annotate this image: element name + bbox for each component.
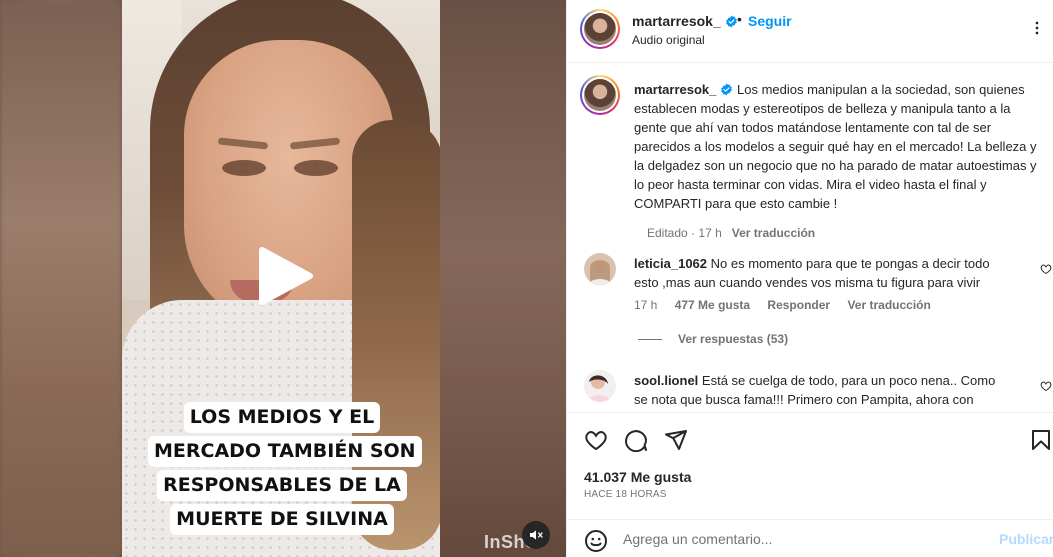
video-blur-background-left — [0, 0, 122, 557]
post-header: martarresok_ • Seguir Audio original — [567, 0, 1053, 63]
comments-list[interactable]: martarresok_ Los medios manipulan a la s… — [567, 63, 1053, 412]
video-text-overlay: LOS MEDIOS Y EL MERCADO TAMBIÉN SON RESP… — [148, 402, 422, 538]
caption-age: 17 h — [698, 226, 722, 240]
caption-meta: Editado · 17 h Ver traducción — [647, 226, 815, 240]
comment-like-count[interactable]: 477 Me gusta — [675, 298, 750, 312]
comment-age: 17 h — [634, 298, 658, 312]
comment-meta: 17 h 477 Me gusta Responder Ver traducci… — [634, 298, 945, 312]
overlay-line: LOS MEDIOS Y EL — [183, 402, 381, 433]
commenter-username[interactable]: leticia_1062 — [634, 256, 707, 271]
overlay-line: MERCADO TAMBIÉN SON — [148, 436, 422, 467]
more-horizontal-icon[interactable] — [1029, 20, 1045, 41]
play-icon[interactable] — [252, 244, 316, 308]
author-username[interactable]: martarresok_ — [632, 13, 738, 29]
meta-separator: · — [691, 226, 696, 240]
share-arrow-icon[interactable] — [664, 428, 688, 457]
commenter-avatar[interactable] — [584, 370, 616, 402]
commenter-avatar[interactable] — [584, 253, 616, 285]
bookmark-icon[interactable] — [1029, 428, 1053, 457]
overlay-line: MUERTE DE SILVINA — [170, 504, 394, 535]
comment-input[interactable] — [623, 528, 983, 550]
comment-like-heart-icon[interactable] — [1040, 262, 1052, 280]
header-separator: • — [737, 11, 742, 27]
edited-label: Editado — [647, 226, 688, 240]
muted-speaker-icon[interactable] — [522, 521, 550, 549]
reply-button[interactable]: Responder — [767, 298, 830, 312]
verified-badge-icon — [721, 83, 733, 96]
comment-bubble-icon[interactable] — [624, 428, 648, 457]
follow-button[interactable]: Seguir — [748, 13, 792, 29]
caption-body: Los medios manipulan a la sociedad, son … — [634, 82, 1037, 211]
verified-badge-icon — [725, 15, 737, 28]
post-timestamp: HACE 18 HORAS — [584, 489, 667, 500]
add-comment-bar: Publicar — [567, 519, 1053, 557]
post-sidebar: martarresok_ • Seguir Audio original mar… — [566, 0, 1053, 557]
emoji-smiley-icon[interactable] — [584, 529, 608, 557]
comment-text: leticia_1062 No es momento para que te p… — [634, 254, 1004, 292]
overlay-line: RESPONSABLES DE LA — [157, 470, 407, 501]
comment-text: sool.lionel Está se cuelga de todo, para… — [634, 371, 1004, 409]
heart-icon[interactable] — [584, 428, 608, 457]
view-replies-button[interactable]: Ver respuestas (53) — [638, 332, 788, 346]
audio-link[interactable]: Audio original — [632, 33, 705, 47]
caption-text: martarresok_ Los medios manipulan a la s… — [634, 80, 1044, 213]
post-actions: 41.037 Me gusta HACE 18 HORAS — [567, 412, 1053, 519]
caption-username[interactable]: martarresok_ — [634, 82, 716, 97]
comment-like-heart-icon[interactable] — [1040, 379, 1052, 397]
author-avatar[interactable] — [580, 9, 620, 49]
see-translation-link[interactable]: Ver traducción — [847, 298, 930, 312]
likes-count[interactable]: 41.037 Me gusta — [584, 469, 691, 485]
publish-button[interactable]: Publicar — [999, 531, 1053, 547]
caption-avatar[interactable] — [580, 75, 620, 115]
post-media: LOS MEDIOS Y EL MERCADO TAMBIÉN SON RESP… — [0, 0, 566, 557]
see-translation-link[interactable]: Ver traducción — [732, 226, 815, 240]
video-blur-background-right — [440, 0, 566, 557]
commenter-username[interactable]: sool.lionel — [634, 373, 698, 388]
